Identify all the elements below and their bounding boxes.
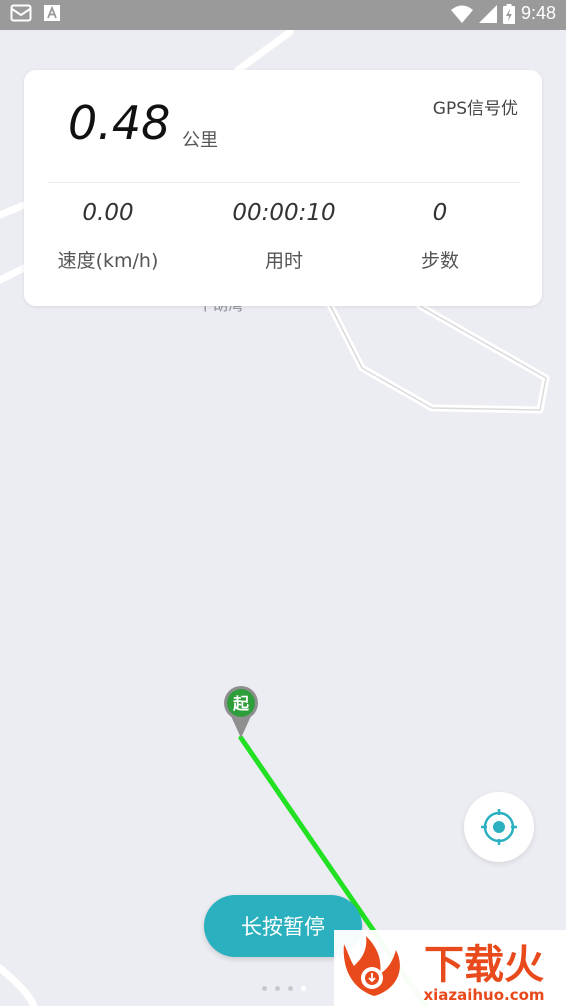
watermark-url: xiazaihuo.com — [423, 986, 544, 1004]
distance-value: 0.48 — [68, 96, 171, 150]
page-indicator — [262, 986, 306, 991]
distance-unit: 公里 — [182, 130, 218, 151]
speed-stat: 0.00 速度(km/h) — [28, 200, 188, 273]
card-divider — [48, 182, 520, 183]
watermark-brand: 下载火 — [424, 942, 544, 988]
locate-button[interactable] — [464, 792, 534, 862]
duration-label: 用时 — [264, 250, 303, 272]
steps-label: 步数 — [420, 250, 459, 272]
battery-charging-icon — [502, 3, 515, 24]
status-time: 9:48 — [520, 3, 556, 23]
notification-icon — [10, 4, 32, 22]
screen: 下胡湾 9:48 — [0, 0, 566, 1006]
page-dot — [262, 986, 267, 991]
status-bar: 9:48 — [0, 0, 566, 30]
gps-status: GPS信号优 — [432, 99, 518, 119]
start-marker-pin: 起 — [224, 686, 258, 738]
watermark-logo: 下载火 xiazaihuo.com — [334, 930, 566, 1006]
crosshair-icon — [481, 809, 517, 845]
speed-value: 0.00 — [82, 200, 134, 226]
speed-label: 速度(km/h) — [57, 250, 159, 272]
start-marker-label: 起 — [232, 694, 250, 713]
stats-card: 0.48 公里 GPS信号优 0.00 速度(km/h) 00:00:10 用时… — [24, 70, 542, 306]
page-dot — [275, 986, 280, 991]
duration-stat: 00:00:10 用时 — [204, 200, 364, 273]
signal-icon — [478, 4, 497, 23]
steps-value: 0 — [432, 200, 448, 226]
text-icon — [44, 5, 60, 21]
page-dot-active — [301, 986, 306, 991]
duration-value: 00:00:10 — [232, 200, 336, 226]
wifi-icon — [450, 5, 473, 23]
steps-stat: 0 步数 — [360, 200, 520, 273]
page-dot — [288, 986, 293, 991]
